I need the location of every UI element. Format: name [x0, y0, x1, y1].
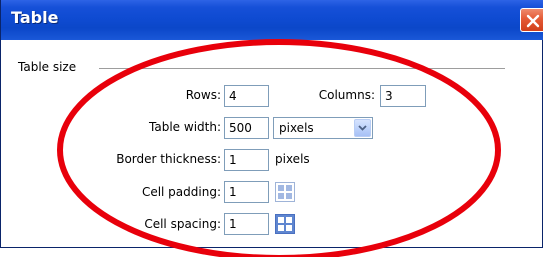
table-width-label: Table width: — [149, 120, 221, 134]
close-icon — [526, 14, 540, 28]
chevron-down-icon — [358, 125, 367, 131]
table-dialog: Table Table size Rows: 4 Columns: 3 Tabl… — [0, 0, 543, 248]
rows-label: Rows: — [185, 88, 221, 102]
dialog-body — [1, 40, 542, 247]
dropdown-button[interactable] — [354, 119, 371, 137]
border-thickness-input[interactable]: 1 — [224, 149, 269, 171]
dialog-title: Table — [11, 8, 59, 27]
table-width-input[interactable]: 500 — [224, 117, 269, 139]
cell-spacing-input[interactable]: 1 — [224, 213, 269, 235]
cell-spacing-icon — [275, 214, 295, 234]
cell-spacing-label: Cell spacing: — [144, 217, 221, 231]
cell-padding-label: Cell padding: — [141, 185, 221, 199]
title-bar[interactable]: Table — [1, 0, 543, 40]
columns-label: Columns: — [318, 88, 375, 102]
rows-input[interactable]: 4 — [224, 85, 269, 107]
columns-input[interactable]: 3 — [380, 85, 426, 107]
border-thickness-unit: pixels — [275, 152, 310, 166]
table-size-group-label: Table size — [18, 60, 77, 74]
table-width-unit-value: pixels — [279, 121, 314, 135]
table-width-unit-select[interactable]: pixels — [273, 117, 373, 139]
group-divider — [99, 68, 505, 70]
close-button[interactable] — [520, 8, 543, 32]
border-thickness-label: Border thickness: — [116, 152, 221, 166]
cell-padding-input[interactable]: 1 — [224, 181, 269, 203]
cell-padding-icon — [275, 182, 295, 202]
